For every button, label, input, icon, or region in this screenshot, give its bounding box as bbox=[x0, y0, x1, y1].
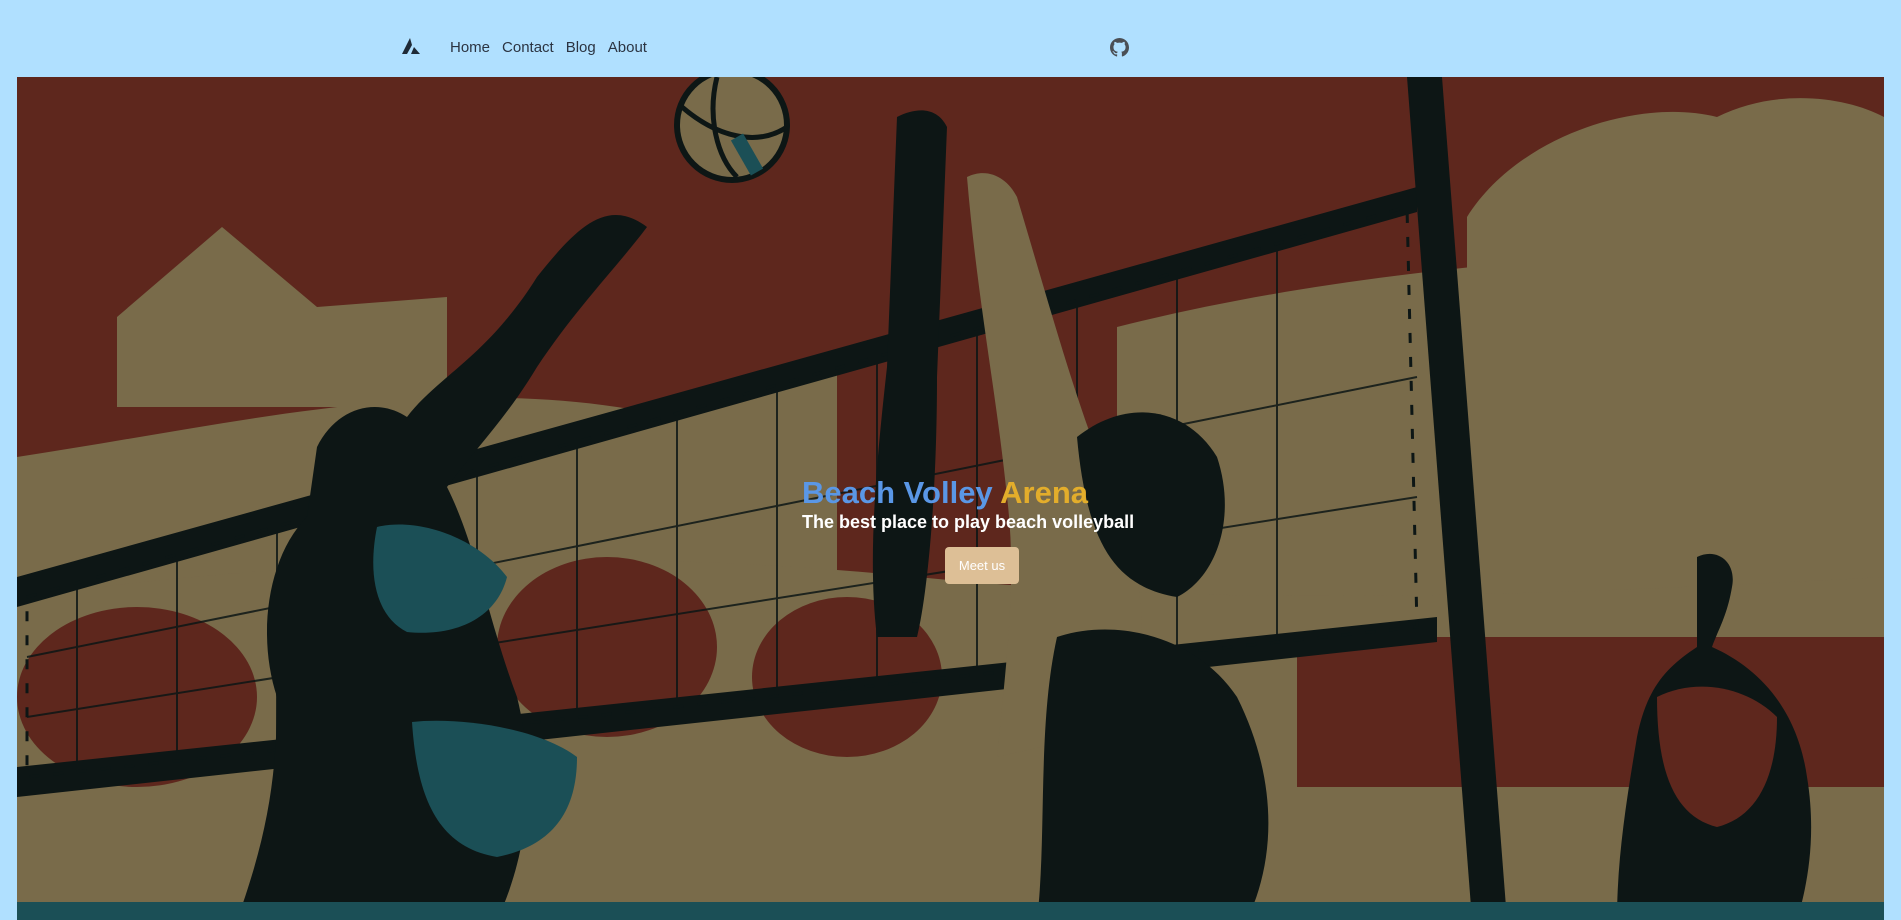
hero-title: Beach Volley Arena bbox=[802, 475, 1222, 511]
navbar: Home Contact Blog About bbox=[0, 0, 1901, 77]
hero-content: Beach Volley Arena The best place to pla… bbox=[802, 475, 1222, 584]
hero-title-part2: Arena bbox=[1000, 475, 1089, 510]
hero-subtitle: The best place to play beach volleyball bbox=[802, 512, 1135, 532]
nav-link-blog[interactable]: Blog bbox=[566, 38, 596, 58]
github-icon[interactable] bbox=[1110, 38, 1129, 57]
meet-us-button[interactable]: Meet us bbox=[945, 547, 1019, 584]
page: Home Contact Blog About Beach Volley Are… bbox=[0, 0, 1901, 920]
nav-link-home[interactable]: Home bbox=[450, 38, 490, 58]
hero-banner: Beach Volley Arena The best place to pla… bbox=[17, 77, 1884, 920]
nav-link-about[interactable]: About bbox=[608, 38, 647, 58]
main-nav: Home Contact Blog About bbox=[450, 38, 659, 58]
nav-link-contact[interactable]: Contact bbox=[502, 38, 554, 58]
hero-title-part1: Beach Volley bbox=[802, 475, 993, 510]
triangle-logo-icon[interactable] bbox=[402, 38, 422, 56]
